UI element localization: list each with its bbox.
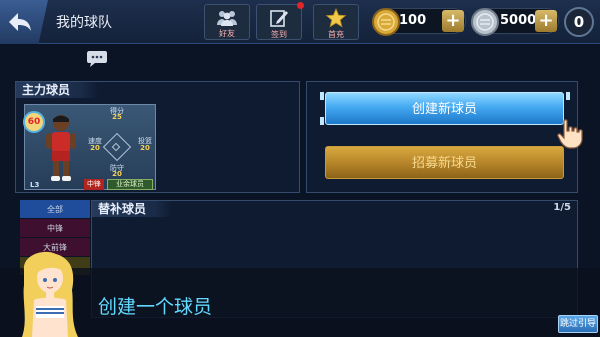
back-button[interactable]	[0, 0, 48, 44]
player-position-tag: 中锋	[84, 179, 104, 190]
sign-in-label: 签到	[271, 30, 287, 39]
bracket-decor	[320, 117, 324, 125]
pointing-hand-icon	[557, 119, 583, 149]
subs-title: 替补球员	[92, 201, 172, 217]
sign-in-button[interactable]: 签到	[256, 2, 304, 40]
top-bar: 我的球队 好友 签到 首充 100 + 5000 + 0	[0, 0, 600, 44]
notification-count[interactable]: 0	[564, 7, 594, 37]
silver-coin-icon	[471, 8, 499, 36]
bracket-decor	[320, 92, 324, 100]
friends-button[interactable]: 好友	[204, 4, 250, 40]
add-silver-button[interactable]: +	[535, 10, 557, 32]
first-recharge-label: 首充	[328, 30, 344, 39]
player-type-tag: 业余球员	[107, 179, 153, 190]
star-icon	[325, 8, 347, 28]
chat-icon[interactable]	[86, 50, 108, 68]
first-recharge-button[interactable]: 首充	[313, 4, 359, 40]
guide-character	[22, 251, 78, 337]
player-level: L3	[30, 181, 40, 189]
gold-coin-icon	[372, 8, 400, 36]
friends-icon	[217, 10, 237, 26]
gold-amount: 100	[399, 13, 427, 28]
subs-count: 1/5	[553, 202, 571, 213]
friends-label: 好友	[219, 29, 235, 38]
filter-all[interactable]: 全部	[20, 200, 90, 219]
tutorial-overlay	[0, 268, 600, 337]
silver-currency: 5000 +	[471, 8, 559, 36]
guide-message: 创建一个球员	[98, 296, 213, 318]
silver-amount: 5000	[500, 13, 537, 28]
add-gold-button[interactable]: +	[442, 10, 464, 32]
sign-in-icon	[270, 10, 288, 27]
player-card[interactable]: 60 得分 25 速度 20 投篮 20 防守 20 L3 中锋 业余球员	[23, 104, 156, 190]
notification-dot	[297, 2, 304, 9]
stat-value-score: 25	[112, 113, 122, 121]
back-arrow-icon	[9, 13, 31, 31]
starters-title: 主力球员	[16, 82, 98, 98]
gold-currency: 100 +	[372, 8, 466, 36]
filter-center[interactable]: 中锋	[20, 219, 90, 238]
bracket-decor	[566, 92, 570, 100]
page-title: 我的球队	[56, 15, 112, 31]
create-player-button[interactable]: 创建新球员	[325, 92, 564, 125]
skip-guide-button[interactable]: 跳过引导	[558, 315, 598, 333]
player-avatar	[46, 115, 76, 181]
stat-value-defense: 20	[112, 170, 122, 178]
recruit-player-button[interactable]: 招募新球员	[325, 146, 564, 179]
stat-value-shooting: 20	[140, 144, 150, 152]
